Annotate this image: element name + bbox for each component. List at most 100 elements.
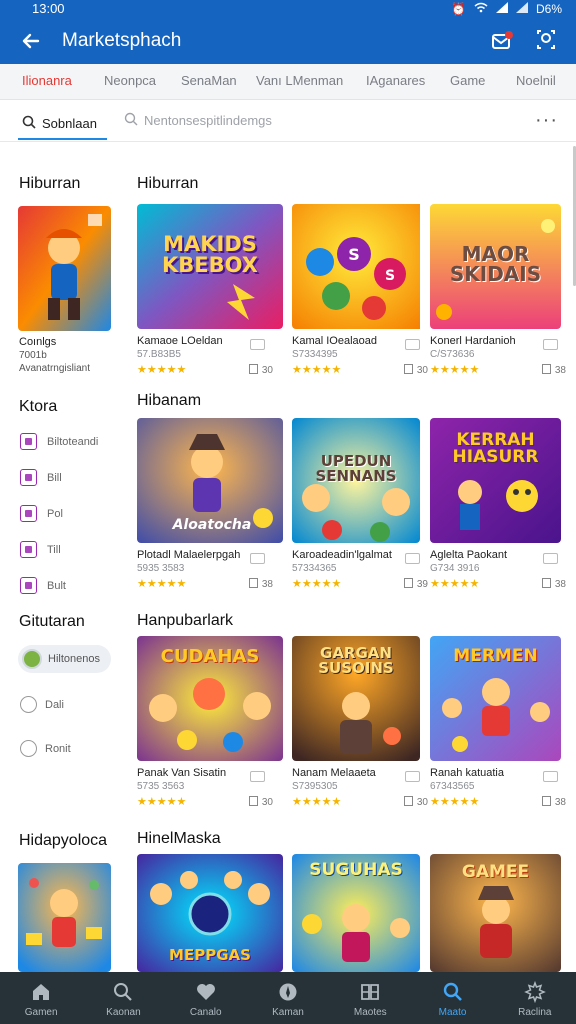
search-icon [114, 983, 133, 1001]
bookmark-checkbox[interactable] [250, 771, 265, 782]
game-art-title: MERMEN [453, 646, 538, 666]
game-card[interactable]: MEPPGAS [137, 854, 283, 972]
bookmark-checkbox[interactable] [405, 339, 420, 350]
tab-item[interactable]: SenaMan [181, 73, 237, 88]
sidebar-heading: Hiburran [19, 175, 81, 192]
sidebar-category-item[interactable]: Biltoteandi [20, 433, 98, 450]
radio-circle [20, 740, 37, 757]
bookmark-checkbox[interactable] [543, 339, 558, 350]
game-title: Konerl Hardanioh [430, 335, 516, 347]
game-thumbnail: MAKIDS KBEBOX [137, 204, 283, 329]
game-art-title: GAMEE [461, 862, 530, 882]
game-thumbnail: MEPPGAS [137, 854, 283, 972]
filter-chip[interactable]: Hiltonenos [18, 645, 111, 673]
nav-item-explore[interactable]: Maato [411, 972, 493, 1024]
section-title: Hibanam [137, 392, 202, 409]
rating-stars: ★★★★★ [430, 578, 480, 590]
review-count: 30 [404, 364, 428, 376]
nav-item-library[interactable]: Maotes [329, 972, 411, 1024]
radio-option[interactable]: Ronit [20, 740, 71, 757]
sidebar-category-item[interactable]: Bult [20, 577, 66, 594]
share-icon[interactable] [534, 28, 558, 52]
nav-item-settings[interactable]: Raclina [494, 972, 576, 1024]
alarm-icon: ⏰ [451, 2, 466, 16]
bookmark-checkbox[interactable] [405, 553, 420, 564]
notification-icon[interactable] [490, 29, 514, 53]
game-card[interactable]: CUDAHAS Panak Van Sisatin 5735 3563 ★★★★… [137, 636, 283, 816]
app-bar: Marketsphach [0, 20, 576, 64]
section-title: HinelMaska [137, 830, 221, 847]
game-meta: C/S73636 [430, 349, 475, 360]
bookmark-checkbox[interactable] [250, 553, 265, 564]
search-segment-tab[interactable]: Sobnlaan [18, 108, 107, 140]
game-card[interactable]: GARGAN SUSOINS Nanam Melaaeta S7395305 ★… [292, 636, 438, 816]
featured-game-thumbnail[interactable] [18, 863, 111, 972]
featured-meta: 7001b [19, 350, 47, 361]
tab-item[interactable]: Vanı LMenman [256, 73, 343, 88]
tab-item[interactable]: Ilionanra [22, 73, 72, 88]
tab-item[interactable]: Noelnil [516, 73, 556, 88]
game-card[interactable]: GAMEE [430, 854, 576, 972]
nav-label: Kaman [272, 1007, 304, 1018]
more-options-icon[interactable]: ··· [535, 109, 558, 132]
game-meta: S7395305 [292, 781, 338, 792]
rating-stars: ★★★★★ [292, 796, 342, 808]
game-art-title: UPEDUN SENNANS [315, 452, 397, 485]
bookmark-checkbox[interactable] [405, 771, 420, 782]
game-thumbnail: KERRAH HIASURR [430, 418, 561, 543]
game-title: Plotadl Malaelerpgah [137, 549, 241, 561]
game-card[interactable]: MERMEN Ranah katuatia 67343565 ★★★★★ 38 [430, 636, 576, 816]
signal-icon [495, 2, 508, 16]
compass-icon [279, 983, 297, 1001]
game-meta: 5735 3563 [137, 781, 185, 792]
game-title: Nanam Melaaeta [292, 767, 376, 779]
radio-circle [20, 696, 37, 713]
nav-label: Kaonan [106, 1007, 141, 1018]
bookmark-checkbox[interactable] [250, 339, 265, 350]
rating-stars: ★★★★★ [137, 364, 187, 376]
rating-stars: ★★★★★ [137, 578, 187, 590]
review-count: 38 [542, 578, 566, 590]
sidebar-category-item[interactable]: Till [20, 541, 61, 558]
sidebar-category-item[interactable]: Bill [20, 469, 62, 486]
wifi-icon [474, 2, 488, 16]
bookmark-checkbox[interactable] [543, 553, 558, 564]
review-count: 39 [404, 578, 428, 590]
tab-item[interactable]: IAganares [366, 73, 425, 88]
tab-item[interactable]: Game [450, 73, 485, 88]
game-card[interactable]: KERRAH HIASURR Aglelta Paokant G734 3916… [430, 418, 576, 598]
nav-item-favorites[interactable]: Canalo [165, 972, 247, 1024]
nav-item-search[interactable]: Kaonan [82, 972, 164, 1024]
game-card[interactable]: UPEDUN SENNANS Karoadeadin'lgalmat 57334… [292, 418, 438, 598]
game-art-title: MEPPGAS [169, 946, 251, 964]
game-title: Kamaoe LOeldan [137, 335, 223, 347]
sidebar: Hiburran Coınlgs 7001b Avanatrngisliant … [0, 143, 124, 972]
game-card[interactable]: Aloatocha Plotadl Malaelerpgah 5935 3583… [137, 418, 283, 598]
game-meta: 5935 3583 [137, 563, 185, 574]
game-card[interactable]: SS Kamal IOealaoad S7334395 ★★★★★ 30 [292, 204, 438, 384]
category-icon [20, 433, 37, 450]
review-count: 30 [249, 364, 273, 376]
search-placeholder: Nentonsespitlindemgs [144, 112, 272, 128]
featured-game-thumbnail[interactable] [18, 206, 111, 331]
tab-item[interactable]: Neonpca [104, 73, 156, 88]
game-card[interactable]: MAKIDS KBEBOX Kamaoe LOeldan 57.B83B5 ★★… [137, 204, 283, 384]
rating-stars: ★★★★★ [292, 578, 342, 590]
review-count: 38 [542, 796, 566, 808]
back-arrow-icon[interactable] [18, 28, 44, 54]
search-icon [124, 112, 138, 129]
radio-option[interactable]: Dali [20, 696, 64, 713]
search-icon [22, 115, 36, 132]
rating-stars: ★★★★★ [430, 796, 480, 808]
game-card[interactable]: MAOR SKIDAIS Konerl Hardanioh C/S73636 ★… [430, 204, 576, 384]
nav-item-location[interactable]: Kaman [247, 972, 329, 1024]
sidebar-category-item[interactable]: Pol [20, 505, 63, 522]
search-input[interactable]: Nentonsespitlindemgs [124, 108, 272, 132]
avatar [22, 649, 42, 669]
gear-icon [523, 981, 546, 1003]
bookmark-checkbox[interactable] [543, 771, 558, 782]
nav-label: Maotes [353, 1007, 387, 1018]
game-meta: G734 3916 [430, 563, 480, 574]
game-card[interactable]: SUGUHAS [292, 854, 438, 972]
nav-item-home[interactable]: Gamen [0, 972, 82, 1024]
